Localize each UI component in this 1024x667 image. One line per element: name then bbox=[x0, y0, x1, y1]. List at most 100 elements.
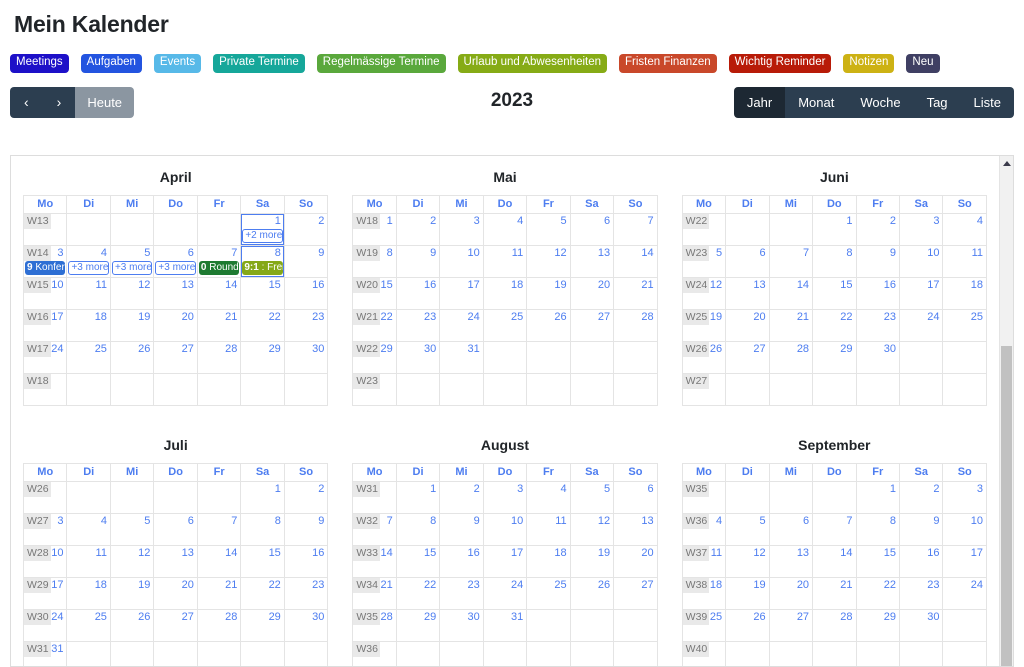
day-number[interactable]: 21 bbox=[198, 310, 240, 324]
day-number[interactable] bbox=[571, 374, 613, 375]
day-number[interactable] bbox=[111, 642, 153, 643]
day-number[interactable]: 21 bbox=[198, 578, 240, 592]
day-cell[interactable]: 7 bbox=[613, 213, 658, 246]
day-number[interactable] bbox=[67, 482, 109, 483]
day-cell[interactable] bbox=[66, 641, 111, 666]
day-cell[interactable] bbox=[153, 373, 198, 406]
day-cell[interactable]: 27 bbox=[153, 341, 198, 374]
day-cell[interactable]: 21 bbox=[613, 277, 658, 310]
day-cell[interactable]: 6 bbox=[768, 513, 814, 546]
day-cell[interactable]: 13 bbox=[613, 513, 658, 546]
day-cell[interactable] bbox=[812, 373, 857, 406]
day-number[interactable] bbox=[726, 214, 768, 215]
day-number[interactable] bbox=[813, 482, 855, 483]
day-cell[interactable] bbox=[153, 481, 198, 514]
day-number[interactable]: 27 bbox=[154, 342, 196, 356]
day-number[interactable] bbox=[198, 374, 240, 375]
day-cell[interactable] bbox=[109, 373, 155, 406]
day-number[interactable] bbox=[770, 374, 812, 375]
day-number[interactable] bbox=[397, 374, 439, 375]
day-cell[interactable]: W1439 Konferenz bbox=[22, 245, 68, 278]
day-cell[interactable]: 21 bbox=[196, 309, 242, 342]
day-cell[interactable]: 8 bbox=[240, 513, 285, 546]
day-cell[interactable] bbox=[768, 373, 814, 406]
day-cell[interactable]: 14 bbox=[196, 277, 242, 310]
day-number[interactable] bbox=[154, 642, 196, 643]
day-cell[interactable] bbox=[240, 641, 285, 666]
day-number[interactable]: 5 bbox=[726, 514, 768, 528]
day-cell[interactable]: 3 bbox=[942, 481, 987, 514]
day-number[interactable]: 26 bbox=[111, 610, 153, 624]
day-cell[interactable]: 24 bbox=[482, 577, 528, 610]
day-number[interactable]: 29 bbox=[241, 342, 283, 356]
day-number[interactable]: 5 bbox=[111, 246, 153, 260]
day-cell[interactable]: 25 bbox=[482, 309, 528, 342]
day-cell[interactable]: W21 22 bbox=[352, 309, 397, 342]
day-cell[interactable] bbox=[613, 609, 658, 642]
day-cell[interactable]: W33 14 bbox=[352, 545, 397, 578]
day-cell[interactable]: 11 bbox=[526, 513, 571, 546]
day-cell[interactable]: W23 5 bbox=[681, 245, 727, 278]
day-number[interactable] bbox=[857, 642, 899, 643]
day-number[interactable]: 9 bbox=[397, 246, 439, 260]
day-cell[interactable]: 26 bbox=[725, 609, 770, 642]
day-cell[interactable]: 5 bbox=[109, 513, 155, 546]
day-cell[interactable] bbox=[526, 373, 571, 406]
day-cell[interactable]: 23 bbox=[439, 577, 484, 610]
day-number[interactable]: 25 bbox=[484, 310, 526, 324]
day-number[interactable]: 17 bbox=[484, 546, 526, 560]
day-number[interactable] bbox=[111, 374, 153, 375]
day-cell[interactable]: 9 bbox=[283, 513, 329, 546]
day-cell[interactable] bbox=[526, 641, 571, 666]
day-cell[interactable]: 11 bbox=[66, 545, 111, 578]
day-cell[interactable]: 13 bbox=[569, 245, 615, 278]
day-number[interactable] bbox=[726, 482, 768, 483]
category-badge[interactable]: Aufgaben bbox=[80, 53, 142, 73]
day-number[interactable]: 17 bbox=[440, 278, 482, 292]
day-number[interactable]: 8 bbox=[813, 246, 855, 260]
view-button-tag[interactable]: Tag bbox=[913, 87, 961, 118]
day-cell[interactable]: 17 bbox=[942, 545, 987, 578]
day-cell[interactable]: W31 31 bbox=[22, 641, 68, 666]
day-cell[interactable]: W19 8 bbox=[352, 245, 397, 278]
day-number[interactable]: 20 bbox=[571, 278, 613, 292]
day-cell[interactable]: 24 bbox=[942, 577, 987, 610]
day-number[interactable]: 22 bbox=[857, 578, 899, 592]
day-cell[interactable]: W26 26 bbox=[681, 341, 727, 374]
day-number[interactable]: 1 bbox=[813, 214, 855, 228]
day-number[interactable] bbox=[571, 642, 613, 643]
day-number[interactable]: 30 bbox=[397, 342, 439, 356]
day-number[interactable]: 29 bbox=[857, 610, 899, 624]
day-number[interactable] bbox=[67, 214, 109, 215]
day-number[interactable] bbox=[154, 482, 196, 483]
day-number[interactable]: 2 bbox=[900, 482, 942, 496]
day-cell[interactable]: 5 bbox=[526, 213, 571, 246]
day-number[interactable]: 8 bbox=[241, 246, 283, 260]
day-cell[interactable]: 14 bbox=[768, 277, 814, 310]
day-cell[interactable] bbox=[66, 213, 111, 246]
day-number[interactable]: 27 bbox=[770, 610, 812, 624]
day-cell[interactable]: 27 bbox=[768, 609, 814, 642]
day-number[interactable]: 9 bbox=[285, 514, 328, 528]
day-cell[interactable]: 18 bbox=[482, 277, 528, 310]
day-cell[interactable]: 12 bbox=[109, 545, 155, 578]
day-number[interactable]: 17 bbox=[943, 546, 986, 560]
more-events-link[interactable]: +3 more bbox=[155, 261, 196, 275]
day-cell[interactable]: 4 bbox=[66, 513, 111, 546]
day-cell[interactable] bbox=[768, 641, 814, 666]
day-number[interactable]: 14 bbox=[198, 278, 240, 292]
day-cell[interactable] bbox=[153, 213, 198, 246]
day-cell[interactable] bbox=[812, 481, 857, 514]
day-number[interactable]: 25 bbox=[67, 610, 109, 624]
category-badge[interactable]: Meetings bbox=[10, 53, 69, 73]
day-number[interactable]: 1 bbox=[241, 482, 283, 496]
day-number[interactable] bbox=[111, 214, 153, 215]
day-number[interactable]: 24 bbox=[900, 310, 942, 324]
day-number[interactable]: 7 bbox=[813, 514, 855, 528]
day-number[interactable]: 22 bbox=[813, 310, 855, 324]
day-cell[interactable] bbox=[569, 341, 615, 374]
day-cell[interactable]: 89:1 : Freiens Woche bbox=[240, 245, 285, 278]
day-cell[interactable] bbox=[109, 641, 155, 666]
day-cell[interactable]: 16 bbox=[898, 545, 944, 578]
day-number[interactable] bbox=[154, 214, 196, 215]
